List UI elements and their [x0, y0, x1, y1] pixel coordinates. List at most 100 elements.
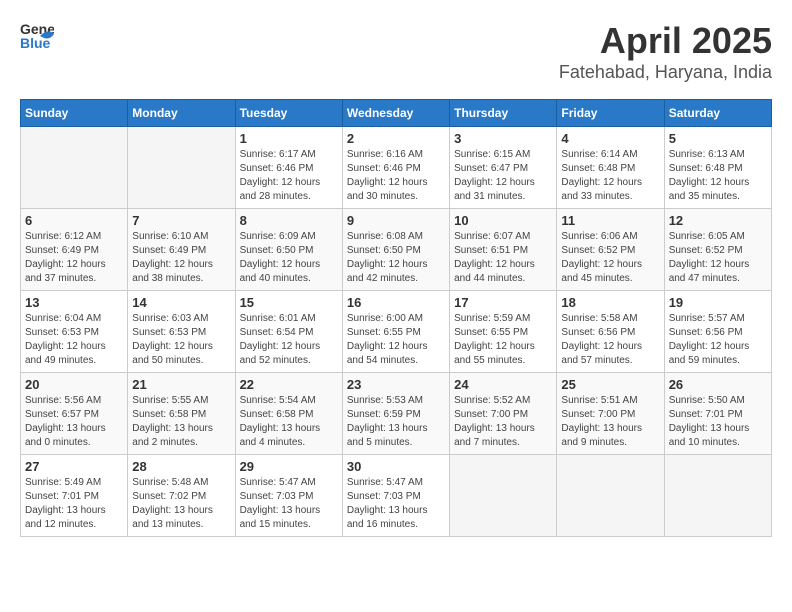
day-number: 27 — [25, 459, 123, 474]
weekday-header-saturday: Saturday — [664, 100, 771, 127]
calendar-week-5: 27Sunrise: 5:49 AM Sunset: 7:01 PM Dayli… — [21, 455, 772, 537]
weekday-header-wednesday: Wednesday — [342, 100, 449, 127]
day-info: Sunrise: 6:13 AM Sunset: 6:48 PM Dayligh… — [669, 148, 767, 204]
day-number: 16 — [347, 295, 445, 310]
calendar-cell: 25 Sunrise: 5:51 AM Sunset: 7:00 PM Dayli… — [557, 373, 664, 455]
day-info: Sunrise: 6:12 AM Sunset: 6:49 PM Dayligh… — [25, 230, 123, 286]
calendar-cell — [128, 127, 235, 209]
day-number: 11 — [561, 213, 659, 228]
day-number: 17 — [454, 295, 552, 310]
day-number: 28 — [132, 459, 230, 474]
day-number: 9 — [347, 213, 445, 228]
calendar-week-1: 1 Sunrise: 6:17 AM Sunset: 6:46 PM Daylig… — [21, 127, 772, 209]
calendar-week-2: 6 Sunrise: 6:12 AM Sunset: 6:49 PM Daylig… — [21, 209, 772, 291]
day-number: 26 — [669, 377, 767, 392]
calendar-cell: 2 Sunrise: 6:16 AM Sunset: 6:46 PM Daylig… — [342, 127, 449, 209]
day-info: Sunrise: 6:01 AM Sunset: 6:54 PM Dayligh… — [240, 312, 338, 368]
day-info: Sunrise: 6:08 AM Sunset: 6:50 PM Dayligh… — [347, 230, 445, 286]
calendar-cell — [21, 127, 128, 209]
weekday-header-sunday: Sunday — [21, 100, 128, 127]
day-info: Sunrise: 5:56 AM Sunset: 6:57 PM Dayligh… — [25, 394, 123, 450]
day-info: Sunrise: 6:05 AM Sunset: 6:52 PM Dayligh… — [669, 230, 767, 286]
calendar-cell: 18 Sunrise: 5:58 AM Sunset: 6:56 PM Dayli… — [557, 291, 664, 373]
day-info: Sunrise: 6:00 AM Sunset: 6:55 PM Dayligh… — [347, 312, 445, 368]
day-info: Sunrise: 6:17 AM Sunset: 6:46 PM Dayligh… — [240, 148, 338, 204]
calendar-cell: 3 Sunrise: 6:15 AM Sunset: 6:47 PM Daylig… — [450, 127, 557, 209]
day-info: Sunrise: 5:51 AM Sunset: 7:00 PM Dayligh… — [561, 394, 659, 450]
location-title: Fatehabad, Haryana, India — [559, 62, 772, 83]
day-info: Sunrise: 5:53 AM Sunset: 6:59 PM Dayligh… — [347, 394, 445, 450]
day-info: Sunrise: 6:10 AM Sunset: 6:49 PM Dayligh… — [132, 230, 230, 286]
calendar-week-4: 20 Sunrise: 5:56 AM Sunset: 6:57 PM Dayli… — [21, 373, 772, 455]
day-number: 20 — [25, 377, 123, 392]
calendar-cell: 10Sunrise: 6:07 AM Sunset: 6:51 PM Dayli… — [450, 209, 557, 291]
page-header: General Blue April 2025 Fatehabad, Harya… — [20, 20, 772, 83]
day-info: Sunrise: 6:07 AM Sunset: 6:51 PM Dayligh… — [454, 230, 552, 286]
calendar-table: SundayMondayTuesdayWednesdayThursdayFrid… — [20, 99, 772, 537]
day-number: 29 — [240, 459, 338, 474]
calendar-cell: 22 Sunrise: 5:54 AM Sunset: 6:58 PM Dayli… — [235, 373, 342, 455]
day-number: 2 — [347, 131, 445, 146]
month-title: April 2025 — [559, 20, 772, 62]
day-number: 30 — [347, 459, 445, 474]
day-number: 14 — [132, 295, 230, 310]
calendar-cell: 16 Sunrise: 6:00 AM Sunset: 6:55 PM Dayli… — [342, 291, 449, 373]
day-info: Sunrise: 5:58 AM Sunset: 6:56 PM Dayligh… — [561, 312, 659, 368]
day-info: Sunrise: 6:16 AM Sunset: 6:46 PM Dayligh… — [347, 148, 445, 204]
calendar-cell: 9 Sunrise: 6:08 AM Sunset: 6:50 PM Daylig… — [342, 209, 449, 291]
calendar-cell: 5 Sunrise: 6:13 AM Sunset: 6:48 PM Daylig… — [664, 127, 771, 209]
calendar-cell: 13Sunrise: 6:04 AM Sunset: 6:53 PM Dayli… — [21, 291, 128, 373]
day-number: 21 — [132, 377, 230, 392]
calendar-cell — [664, 455, 771, 537]
day-number: 4 — [561, 131, 659, 146]
weekday-header-tuesday: Tuesday — [235, 100, 342, 127]
day-number: 25 — [561, 377, 659, 392]
calendar-cell: 7 Sunrise: 6:10 AM Sunset: 6:49 PM Daylig… — [128, 209, 235, 291]
calendar-cell: 27Sunrise: 5:49 AM Sunset: 7:01 PM Dayli… — [21, 455, 128, 537]
calendar-cell: 26 Sunrise: 5:50 AM Sunset: 7:01 PM Dayli… — [664, 373, 771, 455]
day-number: 22 — [240, 377, 338, 392]
calendar-cell: 20 Sunrise: 5:56 AM Sunset: 6:57 PM Dayli… — [21, 373, 128, 455]
day-number: 12 — [669, 213, 767, 228]
calendar-cell: 19 Sunrise: 5:57 AM Sunset: 6:56 PM Dayli… — [664, 291, 771, 373]
calendar-week-3: 13Sunrise: 6:04 AM Sunset: 6:53 PM Dayli… — [21, 291, 772, 373]
calendar-cell: 12 Sunrise: 6:05 AM Sunset: 6:52 PM Dayli… — [664, 209, 771, 291]
calendar-cell: 15 Sunrise: 6:01 AM Sunset: 6:54 PM Dayli… — [235, 291, 342, 373]
calendar-cell: 28Sunrise: 5:48 AM Sunset: 7:02 PM Dayli… — [128, 455, 235, 537]
weekday-header-friday: Friday — [557, 100, 664, 127]
calendar-cell: 29 Sunrise: 5:47 AM Sunset: 7:03 PM Dayli… — [235, 455, 342, 537]
calendar-cell: 14 Sunrise: 6:03 AM Sunset: 6:53 PM Dayli… — [128, 291, 235, 373]
day-number: 3 — [454, 131, 552, 146]
calendar-cell: 1 Sunrise: 6:17 AM Sunset: 6:46 PM Daylig… — [235, 127, 342, 209]
day-number: 24 — [454, 377, 552, 392]
logo: General Blue — [20, 20, 54, 55]
calendar-cell: 8Sunrise: 6:09 AM Sunset: 6:50 PM Daylig… — [235, 209, 342, 291]
day-number: 6 — [25, 213, 123, 228]
calendar-cell — [557, 455, 664, 537]
day-info: Sunrise: 6:03 AM Sunset: 6:53 PM Dayligh… — [132, 312, 230, 368]
calendar-cell: 17Sunrise: 5:59 AM Sunset: 6:55 PM Dayli… — [450, 291, 557, 373]
day-info: Sunrise: 5:54 AM Sunset: 6:58 PM Dayligh… — [240, 394, 338, 450]
day-number: 5 — [669, 131, 767, 146]
day-number: 1 — [240, 131, 338, 146]
weekday-header-row: SundayMondayTuesdayWednesdayThursdayFrid… — [21, 100, 772, 127]
calendar-cell: 6 Sunrise: 6:12 AM Sunset: 6:49 PM Daylig… — [21, 209, 128, 291]
day-info: Sunrise: 5:55 AM Sunset: 6:58 PM Dayligh… — [132, 394, 230, 450]
day-number: 8 — [240, 213, 338, 228]
day-info: Sunrise: 6:15 AM Sunset: 6:47 PM Dayligh… — [454, 148, 552, 204]
day-info: Sunrise: 5:50 AM Sunset: 7:01 PM Dayligh… — [669, 394, 767, 450]
logo-icon: General Blue — [20, 20, 54, 55]
calendar-cell: 23 Sunrise: 5:53 AM Sunset: 6:59 PM Dayli… — [342, 373, 449, 455]
day-number: 7 — [132, 213, 230, 228]
day-info: Sunrise: 6:14 AM Sunset: 6:48 PM Dayligh… — [561, 148, 659, 204]
calendar-cell: 11Sunrise: 6:06 AM Sunset: 6:52 PM Dayli… — [557, 209, 664, 291]
svg-text:Blue: Blue — [20, 35, 51, 50]
calendar-cell: 21 Sunrise: 5:55 AM Sunset: 6:58 PM Dayli… — [128, 373, 235, 455]
day-number: 19 — [669, 295, 767, 310]
calendar-cell — [450, 455, 557, 537]
day-info: Sunrise: 5:47 AM Sunset: 7:03 PM Dayligh… — [240, 476, 338, 532]
day-number: 18 — [561, 295, 659, 310]
day-number: 15 — [240, 295, 338, 310]
day-info: Sunrise: 5:57 AM Sunset: 6:56 PM Dayligh… — [669, 312, 767, 368]
day-number: 23 — [347, 377, 445, 392]
